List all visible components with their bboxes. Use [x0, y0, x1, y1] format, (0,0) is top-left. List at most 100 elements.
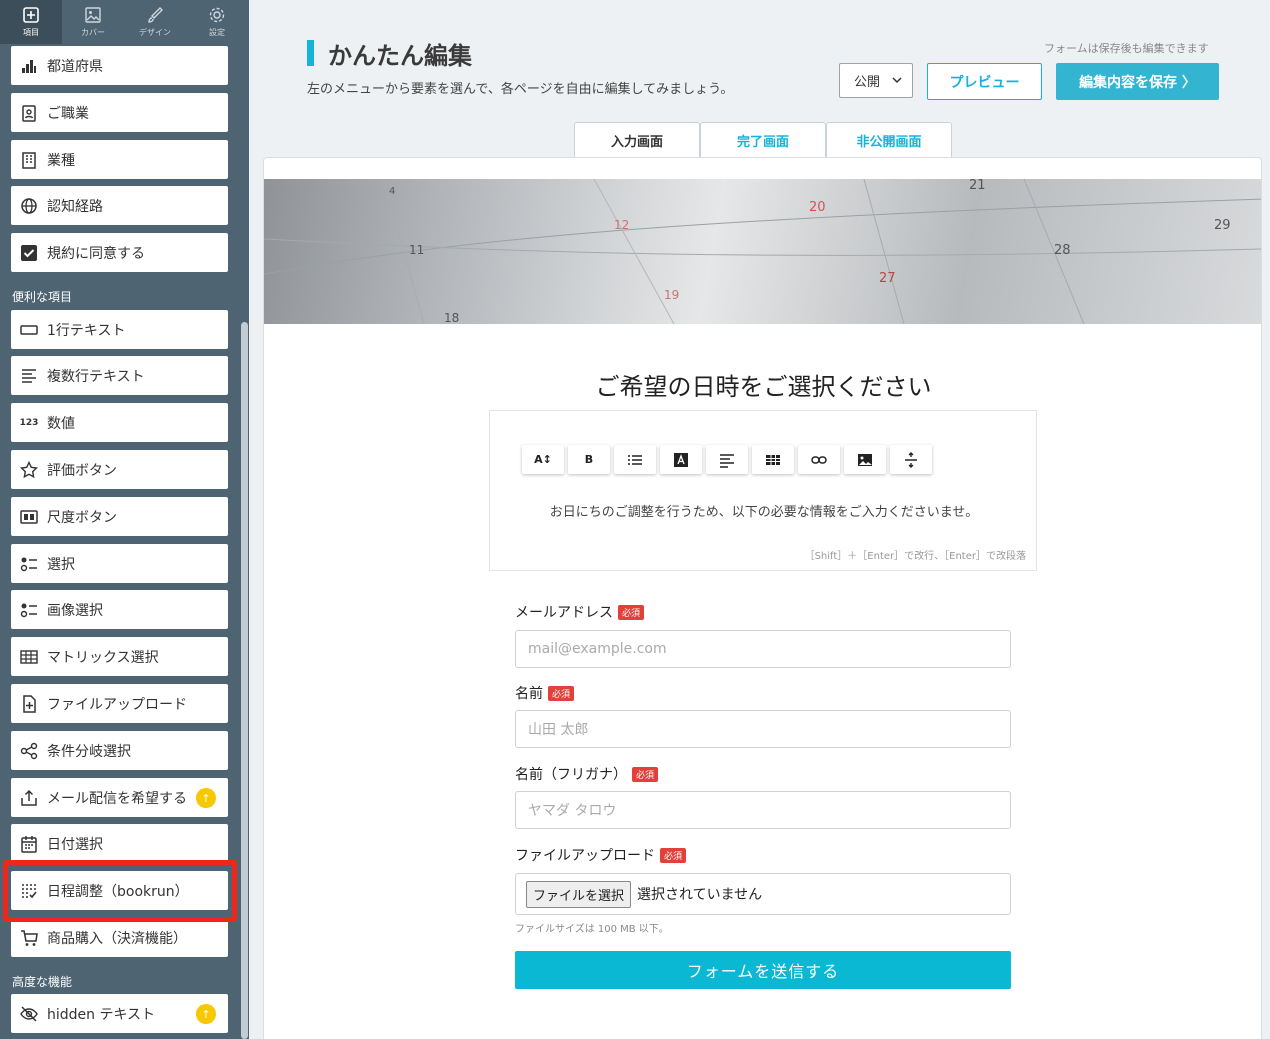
sidebar-item-label: 評価ボタン	[47, 462, 117, 479]
calendar-icon	[19, 834, 39, 854]
hero-num: 28	[1054, 243, 1071, 258]
sidebar-item-date[interactable]: 日付選択	[11, 824, 228, 863]
email-label-text: メールアドレス	[515, 605, 613, 621]
tab-items-label: 項目	[23, 28, 39, 37]
link-button[interactable]	[798, 445, 840, 474]
sidebar-item-image-select[interactable]: 画像選択	[11, 590, 228, 629]
hero-num: 18	[444, 311, 459, 324]
sidebar-item-label: 複数行テキスト	[47, 368, 145, 385]
choose-file-button[interactable]: ファイルを選択	[526, 880, 632, 908]
sidebar-item-industry[interactable]: 業種	[11, 140, 228, 179]
rich-text-editor[interactable]: A↕ B お日にちのご調整を行うため、以下の必要な情報をご入力くださいませ。 ［…	[489, 410, 1037, 571]
tab-private-screen[interactable]: 非公開画面	[826, 122, 952, 158]
tab-items[interactable]: 項目	[0, 0, 62, 44]
tab-settings[interactable]: 設定	[186, 0, 248, 44]
star-icon	[19, 460, 39, 480]
share-icon	[19, 741, 39, 761]
sidebar-item-terms[interactable]: 規約に同意する	[11, 233, 228, 272]
tab-complete-screen[interactable]: 完了画面	[700, 122, 826, 158]
text-color-icon	[674, 452, 688, 467]
furigana-label-text: 名前（フリガナ）	[515, 767, 627, 783]
required-badge: 必須	[632, 766, 659, 782]
font-size-button[interactable]: A↕	[522, 445, 564, 474]
sidebar-item-mail-optin[interactable]: メール配信を希望する ↑	[11, 778, 228, 817]
sidebar-item-occupation[interactable]: ご職業	[11, 93, 228, 132]
save-button[interactable]: 編集内容を保存 〉	[1056, 63, 1219, 100]
file-upload-label-text: ファイルアップロード	[515, 848, 655, 864]
calendar-photo: 4 11 12 18 19 20 21 27 28 29	[264, 179, 1261, 324]
hero-num: 21	[969, 179, 986, 193]
tab-cover[interactable]: カバー	[62, 0, 124, 44]
sidebar-item-awareness[interactable]: 認知経路	[11, 186, 228, 225]
tab-input-screen[interactable]: 入力画面	[574, 122, 700, 159]
sidebar-item-conditional[interactable]: 条件分岐選択	[11, 731, 228, 770]
sidebar-item-select[interactable]: 選択	[11, 544, 228, 583]
sidebar-item-scale[interactable]: 尺度ボタン	[11, 497, 228, 536]
preview-button[interactable]: プレビュー	[927, 63, 1042, 100]
bold-button[interactable]: B	[568, 445, 610, 474]
sidebar-item-matrix[interactable]: マトリックス選択	[11, 637, 228, 676]
sidebar-item-label: 数値	[47, 415, 75, 432]
editor-content[interactable]: お日にちのご調整を行うため、以下の必要な情報をご入力くださいませ。	[490, 501, 1038, 520]
image-button[interactable]	[844, 445, 886, 474]
highlight-box	[3, 860, 237, 922]
upgrade-badge-icon: ↑	[196, 1004, 216, 1024]
section-heading-useful: 便利な項目	[12, 290, 73, 304]
inbox-upload-icon	[19, 788, 39, 808]
table-icon	[766, 454, 780, 465]
align-icon	[720, 453, 734, 468]
sidebar-item-label: メール配信を希望する	[47, 790, 187, 807]
sidebar-scrollbar[interactable]	[241, 322, 248, 1039]
image-icon	[858, 453, 872, 466]
required-badge: 必須	[548, 685, 575, 701]
hero-num: 12	[614, 218, 629, 232]
tab-design-label: デザイン	[139, 28, 171, 37]
sidebar-item-hidden-text[interactable]: hidden テキスト ↑	[11, 994, 228, 1033]
tab-settings-label: 設定	[209, 28, 225, 37]
submit-button[interactable]: フォームを送信する	[515, 951, 1011, 989]
sidebar-item-label: ファイルアップロード	[47, 696, 187, 713]
sidebar-item-prefecture[interactable]: 都道府県	[11, 46, 228, 85]
sidebar-item-single-line[interactable]: 1行テキスト	[11, 310, 228, 349]
cover-image[interactable]: 4 11 12 18 19 20 21 27 28 29	[264, 179, 1261, 324]
text-color-button[interactable]	[660, 445, 702, 474]
file-status: 選択されていません	[637, 887, 763, 903]
form-heading: ご希望の日時をご選択ください	[595, 373, 932, 401]
checkbox-icon	[19, 243, 39, 263]
publish-status-value: 公開	[854, 75, 881, 90]
table-button[interactable]	[752, 445, 794, 474]
plus-square-icon	[23, 7, 39, 23]
upgrade-badge-icon: ↑	[196, 788, 216, 808]
file-upload-label: ファイルアップロード 必須	[515, 845, 687, 865]
number-icon: 123	[19, 417, 39, 428]
sidebar-item-label: 選択	[47, 556, 75, 573]
page-subtitle: 左のメニューから要素を選んで、各ページを自由に編集してみましょう。	[307, 82, 734, 97]
list-button[interactable]	[614, 445, 656, 474]
building-icon	[19, 150, 39, 170]
sidebar-item-file-upload[interactable]: ファイルアップロード	[11, 684, 228, 723]
spacing-button[interactable]	[890, 445, 932, 474]
email-field[interactable]: mail@example.com	[515, 630, 1011, 668]
image-icon	[85, 7, 101, 23]
sidebar-item-label: 規約に同意する	[47, 245, 145, 262]
eye-off-icon	[19, 1004, 39, 1024]
hero-num: 11	[409, 243, 424, 257]
list-icon	[628, 454, 642, 465]
sidebar-item-rating[interactable]: 評価ボタン	[11, 450, 228, 489]
save-note: フォームは保存後も編集できます	[1044, 42, 1209, 55]
sidebar-item-label: 画像選択	[47, 602, 103, 619]
sidebar-item-number[interactable]: 123 数値	[11, 403, 228, 442]
tab-design[interactable]: デザイン	[124, 0, 186, 44]
list-select-icon	[19, 554, 39, 574]
name-field[interactable]: 山田 太郎	[515, 710, 1011, 748]
sidebar-item-label: 業種	[47, 152, 75, 169]
chevron-down-icon	[892, 77, 902, 84]
map-icon	[19, 56, 39, 76]
sidebar-item-purchase[interactable]: 商品購入（決済機能）	[11, 918, 228, 957]
sidebar-item-multi-line[interactable]: 複数行テキスト	[11, 356, 228, 395]
align-button[interactable]	[706, 445, 748, 474]
form-preview-panel: 4 11 12 18 19 20 21 27 28 29 ご希望の日時をご選択く…	[263, 157, 1262, 1039]
furigana-field[interactable]: ヤマダ タロウ	[515, 791, 1011, 829]
image-select-icon	[19, 600, 39, 620]
publish-status-select[interactable]: 公開	[839, 63, 913, 98]
